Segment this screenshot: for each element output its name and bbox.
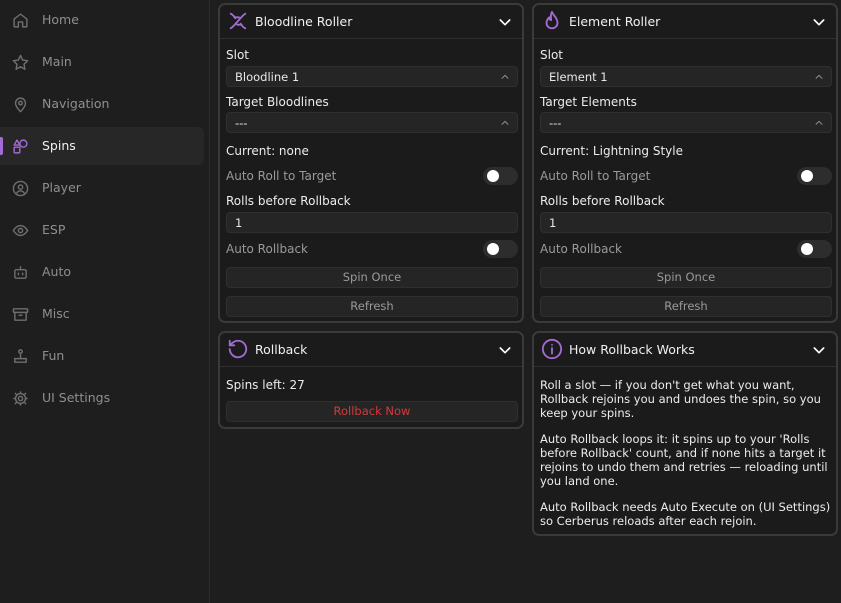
sidebar-item-label: UI Settings xyxy=(42,390,111,405)
chevron-down-icon[interactable] xyxy=(497,14,513,30)
auto-roll-toggle[interactable] xyxy=(483,167,518,185)
refresh-button[interactable]: Refresh xyxy=(540,296,832,317)
panel-title: Element Roller xyxy=(569,14,661,29)
sidebar-item-label: Player xyxy=(42,180,81,195)
sidebar-item-player[interactable]: Player xyxy=(0,169,204,207)
sidebar-item-main[interactable]: Main xyxy=(0,43,204,81)
chevron-up-icon xyxy=(500,118,510,128)
sidebar-item-label: Main xyxy=(42,54,72,69)
sidebar-item-label: ESP xyxy=(42,222,66,237)
panel-title: Rollback xyxy=(255,342,308,357)
sidebar-item-fun[interactable]: Fun xyxy=(0,337,204,375)
slot-dropdown[interactable]: Bloodline 1 xyxy=(226,66,518,87)
sidebar-item-auto[interactable]: Auto xyxy=(0,253,204,291)
panel-header[interactable]: How Rollback Works xyxy=(534,333,836,367)
auto-rollback-label: Auto Rollback xyxy=(540,242,623,256)
info-paragraph: Auto Rollback loops it: it spins up to y… xyxy=(540,432,828,488)
toggle-knob xyxy=(801,170,813,182)
sidebar-item-label: Fun xyxy=(42,348,65,363)
panel-header[interactable]: Rollback xyxy=(220,333,522,367)
current-status: Current: none xyxy=(226,144,309,158)
rolls-value: 1 xyxy=(235,216,243,230)
user-icon xyxy=(12,180,29,197)
sidebar-item-label: Spins xyxy=(42,138,76,153)
toggle-knob xyxy=(801,243,813,255)
target-bloodlines-dropdown[interactable]: --- xyxy=(226,112,518,133)
slot-dropdown[interactable]: Element 1 xyxy=(540,66,832,87)
current-status: Current: Lightning Style xyxy=(540,144,683,158)
auto-roll-label: Auto Roll to Target xyxy=(226,169,337,183)
auto-roll-label: Auto Roll to Target xyxy=(540,169,651,183)
sidebar-item-label: Navigation xyxy=(42,96,110,111)
how-rollback-works-panel: How Rollback Works Roll a slot — if you … xyxy=(532,331,838,536)
map-pin-icon xyxy=(12,96,29,113)
sidebar-item-misc[interactable]: Misc xyxy=(0,295,204,333)
toggle-knob xyxy=(487,170,499,182)
eye-icon xyxy=(12,222,29,239)
slot-value: Bloodline 1 xyxy=(235,70,300,84)
sidebar-item-label: Home xyxy=(42,12,79,27)
chevron-down-icon[interactable] xyxy=(811,14,827,30)
rolls-value: 1 xyxy=(549,216,557,230)
rollback-now-button[interactable]: Rollback Now xyxy=(226,401,518,422)
chevron-down-icon[interactable] xyxy=(497,342,513,358)
target-elements-dropdown[interactable]: --- xyxy=(540,112,832,133)
auto-rollback-toggle[interactable] xyxy=(797,240,832,258)
rotate-ccw-icon xyxy=(227,338,249,360)
panel-title: How Rollback Works xyxy=(569,342,695,357)
sidebar-item-label: Misc xyxy=(42,306,70,321)
gear-icon xyxy=(12,390,29,407)
sidebar-item-navigation[interactable]: Navigation xyxy=(0,85,204,123)
bloodline-roller-panel: Bloodline Roller Slot Bloodline 1 Target… xyxy=(218,3,524,323)
info-paragraph: Roll a slot — if you don't get what you … xyxy=(540,378,821,420)
rolls-before-rollback-label: Rolls before Rollback xyxy=(226,194,351,208)
auto-roll-toggle[interactable] xyxy=(797,167,832,185)
slot-label: Slot xyxy=(540,48,563,62)
slot-value: Element 1 xyxy=(549,70,608,84)
star-icon xyxy=(12,54,29,71)
joystick-icon xyxy=(12,348,29,365)
sidebar: Home Main Navigation Spins Player ESP Au… xyxy=(0,0,210,603)
chevron-up-icon xyxy=(814,118,824,128)
refresh-button[interactable]: Refresh xyxy=(226,296,518,317)
panel-header[interactable]: Bloodline Roller xyxy=(220,5,522,39)
auto-rollback-label: Auto Rollback xyxy=(226,242,309,256)
info-icon xyxy=(541,338,563,360)
sidebar-item-ui-settings[interactable]: UI Settings xyxy=(0,379,204,417)
target-bloodlines-label: Target Bloodlines xyxy=(226,95,329,109)
sidebar-item-label: Auto xyxy=(42,264,72,279)
auto-rollback-toggle[interactable] xyxy=(483,240,518,258)
target-value: --- xyxy=(549,116,562,130)
home-icon xyxy=(12,12,29,29)
panel-title: Bloodline Roller xyxy=(255,14,353,29)
rollback-panel: Rollback Spins left: 27 Rollback Now xyxy=(218,331,524,429)
bot-icon xyxy=(12,264,29,281)
chevron-down-icon[interactable] xyxy=(811,342,827,358)
sidebar-item-spins[interactable]: Spins xyxy=(0,127,204,165)
rolls-before-rollback-input[interactable]: 1 xyxy=(540,212,832,233)
target-value: --- xyxy=(235,116,248,130)
target-elements-label: Target Elements xyxy=(540,95,637,109)
toggle-knob xyxy=(487,243,499,255)
element-roller-panel: Element Roller Slot Element 1 Target Ele… xyxy=(532,3,838,323)
spin-once-button[interactable]: Spin Once xyxy=(540,267,832,288)
rolls-before-rollback-input[interactable]: 1 xyxy=(226,212,518,233)
spins-left: Spins left: 27 xyxy=(226,378,305,392)
sidebar-item-home[interactable]: Home xyxy=(0,1,204,39)
chevron-up-icon xyxy=(500,72,510,82)
spin-once-button[interactable]: Spin Once xyxy=(226,267,518,288)
dna-icon xyxy=(227,10,249,32)
shapes-icon xyxy=(12,138,29,155)
info-paragraph: Auto Rollback needs Auto Execute on (UI … xyxy=(540,500,831,528)
active-indicator xyxy=(0,137,3,155)
panel-header[interactable]: Element Roller xyxy=(534,5,836,39)
slot-label: Slot xyxy=(226,48,249,62)
chevron-up-icon xyxy=(814,72,824,82)
sidebar-item-esp[interactable]: ESP xyxy=(0,211,204,249)
flame-icon xyxy=(541,10,563,32)
archive-icon xyxy=(12,306,29,323)
rolls-before-rollback-label: Rolls before Rollback xyxy=(540,194,665,208)
